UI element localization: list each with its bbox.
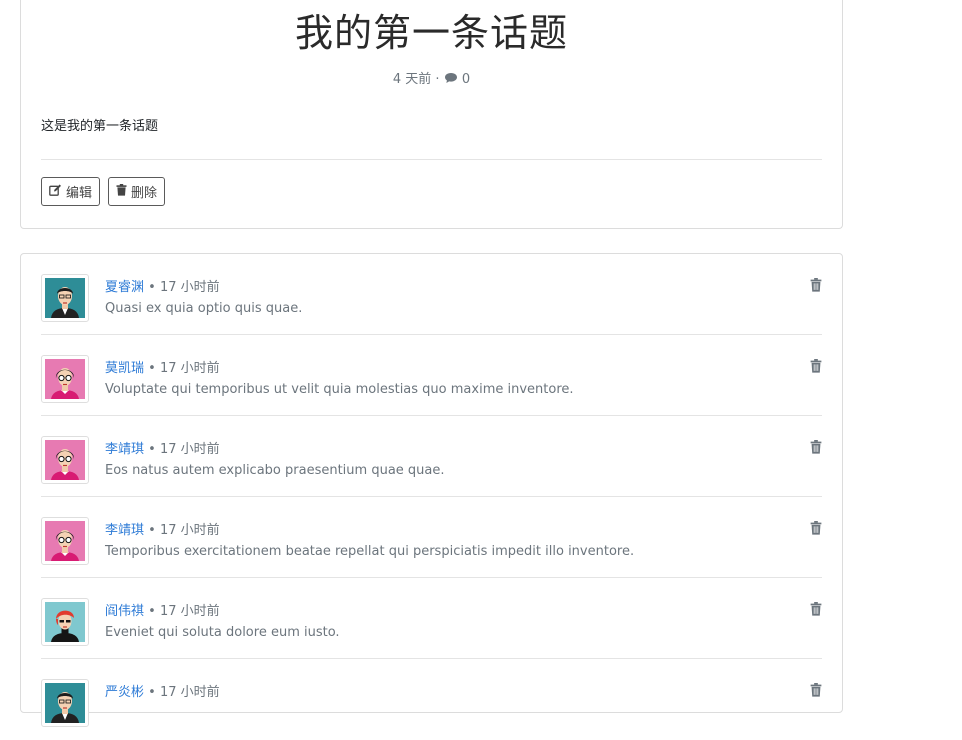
topic-title: 我的第一条话题: [294, 11, 568, 55]
reply-author-link[interactable]: 严炎彬: [105, 685, 144, 700]
topic-divider: [41, 159, 822, 160]
reply-separator: •: [148, 442, 156, 457]
list-item: 阎伟祺 • 17 小时前 Eveniet qui soluta dolore e…: [41, 578, 822, 659]
edit-button[interactable]: 编辑: [41, 177, 101, 206]
edit-label: 编辑: [66, 186, 93, 201]
list-item: 严炎彬 • 17 小时前: [41, 659, 822, 740]
reply-time: 17 小时前: [159, 280, 220, 295]
list-item: 李靖琪 • 17 小时前 Temporibus exercitationem b…: [41, 497, 822, 578]
reply-meta: 李靖琪 • 17 小时前: [105, 519, 220, 538]
reply-content: Temporibus exercitationem beatae repella…: [105, 544, 635, 559]
list-item: 夏睿渊 • 17 小时前 Quasi ex quia optio quis qu…: [41, 254, 822, 335]
topic-time: 4 天前: [392, 72, 432, 87]
reply-meta: 莫凯瑞 • 17 小时前: [105, 357, 220, 376]
avatar[interactable]: [41, 517, 89, 565]
topic-body: 这是我的第一条话题: [41, 119, 159, 134]
delete-label: 删除: [131, 186, 158, 201]
reply-meta: 严炎彬 • 17 小时前: [105, 681, 220, 700]
reply-separator: •: [148, 361, 156, 376]
reply-author-link[interactable]: 莫凯瑞: [105, 361, 144, 376]
reply-meta: 夏睿渊 • 17 小时前: [105, 276, 220, 295]
woman-glasses-pink-bg-icon: [45, 440, 85, 480]
reply-content: Voluptate qui temporibus ut velit quia m…: [105, 382, 574, 397]
reply-meta: 李靖琪 • 17 小时前: [105, 438, 220, 457]
woman-glasses-pink-bg-icon: [45, 521, 85, 561]
avatar[interactable]: [41, 274, 89, 322]
reply-content: Eos natus autem explicabo praesentium qu…: [105, 463, 445, 478]
avatar[interactable]: [41, 679, 89, 727]
reply-time: 17 小时前: [159, 523, 220, 538]
list-item: 莫凯瑞 • 17 小时前 Voluptate qui temporibus ut…: [41, 335, 822, 416]
trash-icon[interactable]: [810, 683, 822, 697]
avatar[interactable]: [41, 598, 89, 646]
reply-author-link[interactable]: 阎伟祺: [105, 604, 144, 619]
reply-author-link[interactable]: 李靖琪: [105, 442, 144, 457]
trash-icon[interactable]: [810, 602, 822, 616]
reply-author-link[interactable]: 李靖琪: [105, 523, 144, 538]
reply-separator: •: [148, 523, 156, 538]
trash-icon: [116, 183, 127, 200]
trash-icon[interactable]: [810, 440, 822, 454]
trash-icon[interactable]: [810, 278, 822, 292]
man-dark-hair-teal-bg-icon: [45, 683, 85, 723]
trash-icon[interactable]: [810, 521, 822, 535]
woman-glasses-pink-bg-icon: [45, 359, 85, 399]
reply-time: 17 小时前: [159, 361, 220, 376]
reply-separator: •: [148, 685, 156, 700]
reply-separator: •: [148, 280, 156, 295]
avatar[interactable]: [41, 355, 89, 403]
reply-time: 17 小时前: [159, 604, 220, 619]
meta-separator: ·: [435, 72, 440, 87]
comment-icon: [444, 72, 458, 88]
woman-red-hair-cyan-bg-icon: [45, 602, 85, 642]
reply-time: 17 小时前: [159, 442, 220, 457]
comment-count: 0: [461, 72, 471, 87]
reply-list: 夏睿渊 • 17 小时前 Quasi ex quia optio quis qu…: [20, 253, 843, 727]
reply-meta: 阎伟祺 • 17 小时前: [105, 600, 220, 619]
trash-icon[interactable]: [810, 359, 822, 373]
reply-content: Quasi ex quia optio quis quae.: [105, 301, 303, 316]
reply-author-link[interactable]: 夏睿渊: [105, 280, 144, 295]
topic-card: 我的第一条话题 4 天前 · 0 这是我的第一条话题 编辑 删除: [20, 0, 843, 229]
topic-meta: 4 天前 · 0: [21, 68, 842, 88]
delete-button[interactable]: 删除: [108, 177, 166, 206]
list-item: 李靖琪 • 17 小时前 Eos natus autem explicabo p…: [41, 416, 822, 497]
edit-icon: [49, 184, 62, 200]
reply-content: Eveniet qui soluta dolore eum iusto.: [105, 625, 340, 640]
reply-time: 17 小时前: [159, 685, 220, 700]
reply-separator: •: [148, 604, 156, 619]
man-dark-hair-teal-bg-icon: [45, 278, 85, 318]
avatar[interactable]: [41, 436, 89, 484]
